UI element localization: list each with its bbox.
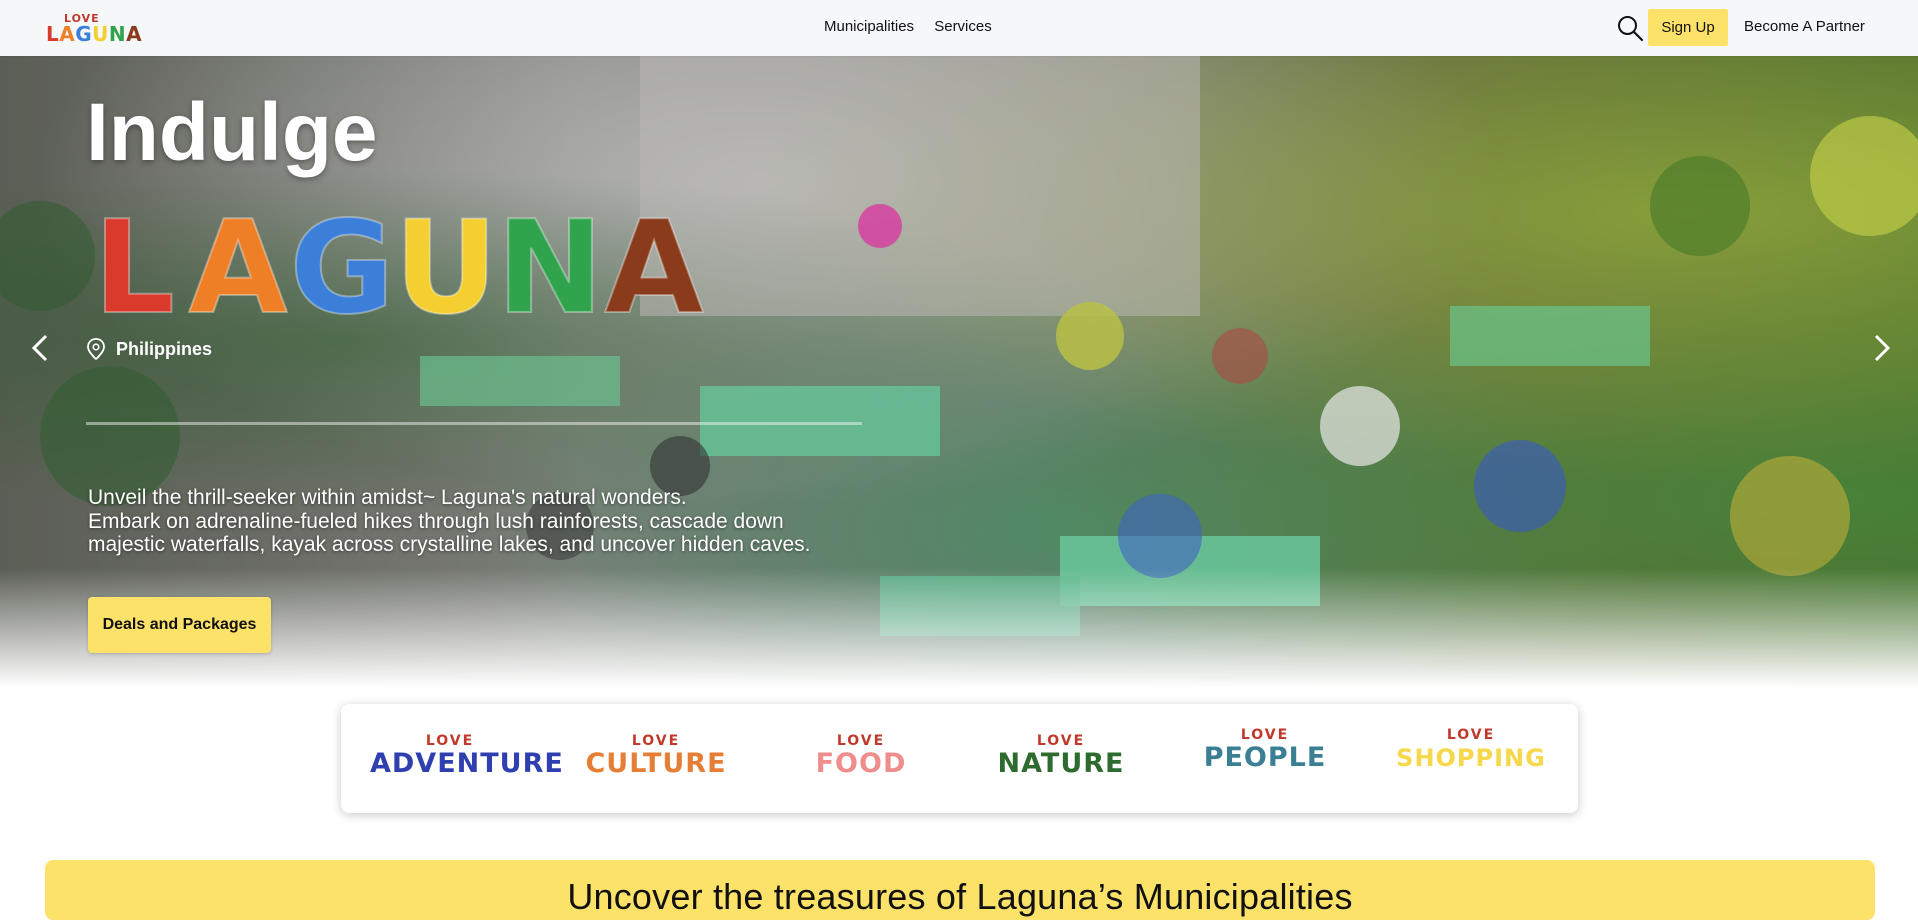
category-love-text: LOVE (1240, 727, 1290, 743)
location-pin-icon (86, 338, 106, 361)
laguna-title-letter: N (496, 194, 603, 322)
category-love-nature[interactable]: LOVE NATURE (991, 734, 1131, 779)
category-name: SHOPPING (1396, 744, 1546, 772)
hero-description: Unveil the thrill-seeker within amidst~ … (88, 486, 908, 557)
hero-description-line: Embark on adrenaline-fueled hikes throug… (88, 509, 784, 533)
category-name: NATURE (997, 748, 1125, 779)
nav-link-municipalities[interactable]: Municipalities (824, 18, 914, 35)
laguna-title-letter: L (93, 194, 175, 322)
love-laguna-logo[interactable]: LOVE LAGUNA (46, 12, 142, 46)
category-love-text: LOVE (631, 733, 681, 749)
love-categories-card: LOVE ADVENTURE LOVE CULTURE LOVE FOOD LO… (341, 704, 1578, 813)
logo-laguna-text: LAGUNA (46, 22, 143, 46)
carousel-next-arrow-icon[interactable] (1866, 328, 1896, 368)
category-name: ADVENTURE (370, 748, 564, 779)
carousel-prev-arrow-icon[interactable] (26, 328, 56, 368)
hero-description-line: majestic waterfalls, kayak across crysta… (88, 533, 811, 556)
hero-banner: Indulge LAGUNA Philippines Unveil the th… (0, 56, 1918, 688)
category-love-adventure[interactable]: LOVE ADVENTURE (370, 733, 564, 779)
category-love-text: LOVE (425, 733, 475, 749)
laguna-title-letter: U (394, 194, 498, 322)
primary-nav: Municipalities Services (824, 18, 1008, 35)
deals-and-packages-button[interactable]: Deals and Packages (88, 597, 271, 653)
hero-headline: Indulge (86, 87, 378, 178)
category-love-people[interactable]: LOVE PEOPLE (1195, 728, 1335, 773)
category-love-text: LOVE (1446, 727, 1496, 743)
category-name: CULTURE (585, 748, 727, 779)
top-navbar: LOVE LAGUNA Municipalities Services Sign… (0, 0, 1918, 56)
category-love-culture[interactable]: LOVE CULTURE (581, 734, 731, 779)
search-icon[interactable] (1616, 14, 1644, 42)
section-title: Uncover the treasures of Laguna’s Munici… (567, 876, 1353, 917)
laguna-title-letter: A (604, 194, 703, 322)
category-name: PEOPLE (1203, 742, 1327, 773)
category-love-shopping[interactable]: LOVE SHOPPING (1391, 728, 1551, 773)
laguna-title-letter: A (188, 194, 287, 322)
hero-bottom-fade (0, 568, 1918, 688)
category-love-text: LOVE (836, 733, 886, 749)
laguna-title-letter: G (289, 194, 394, 322)
category-name: FOOD (815, 748, 907, 779)
category-love-text: LOVE (1036, 733, 1086, 749)
sign-up-button[interactable]: Sign Up (1648, 9, 1728, 46)
laguna-title-graphic: L A G UN A (92, 194, 704, 322)
hero-description-line: Unveil the thrill-seeker within amidst~ … (88, 486, 687, 509)
nav-link-services[interactable]: Services (934, 18, 992, 35)
become-partner-link[interactable]: Become A Partner (1744, 18, 1865, 35)
municipalities-section-header: Uncover the treasures of Laguna’s Munici… (45, 860, 1875, 920)
category-love-food[interactable]: LOVE FOOD (811, 734, 911, 779)
hero-divider (86, 422, 862, 425)
hero-location-text: Philippines (116, 339, 213, 359)
hero-location: Philippines (86, 338, 213, 361)
